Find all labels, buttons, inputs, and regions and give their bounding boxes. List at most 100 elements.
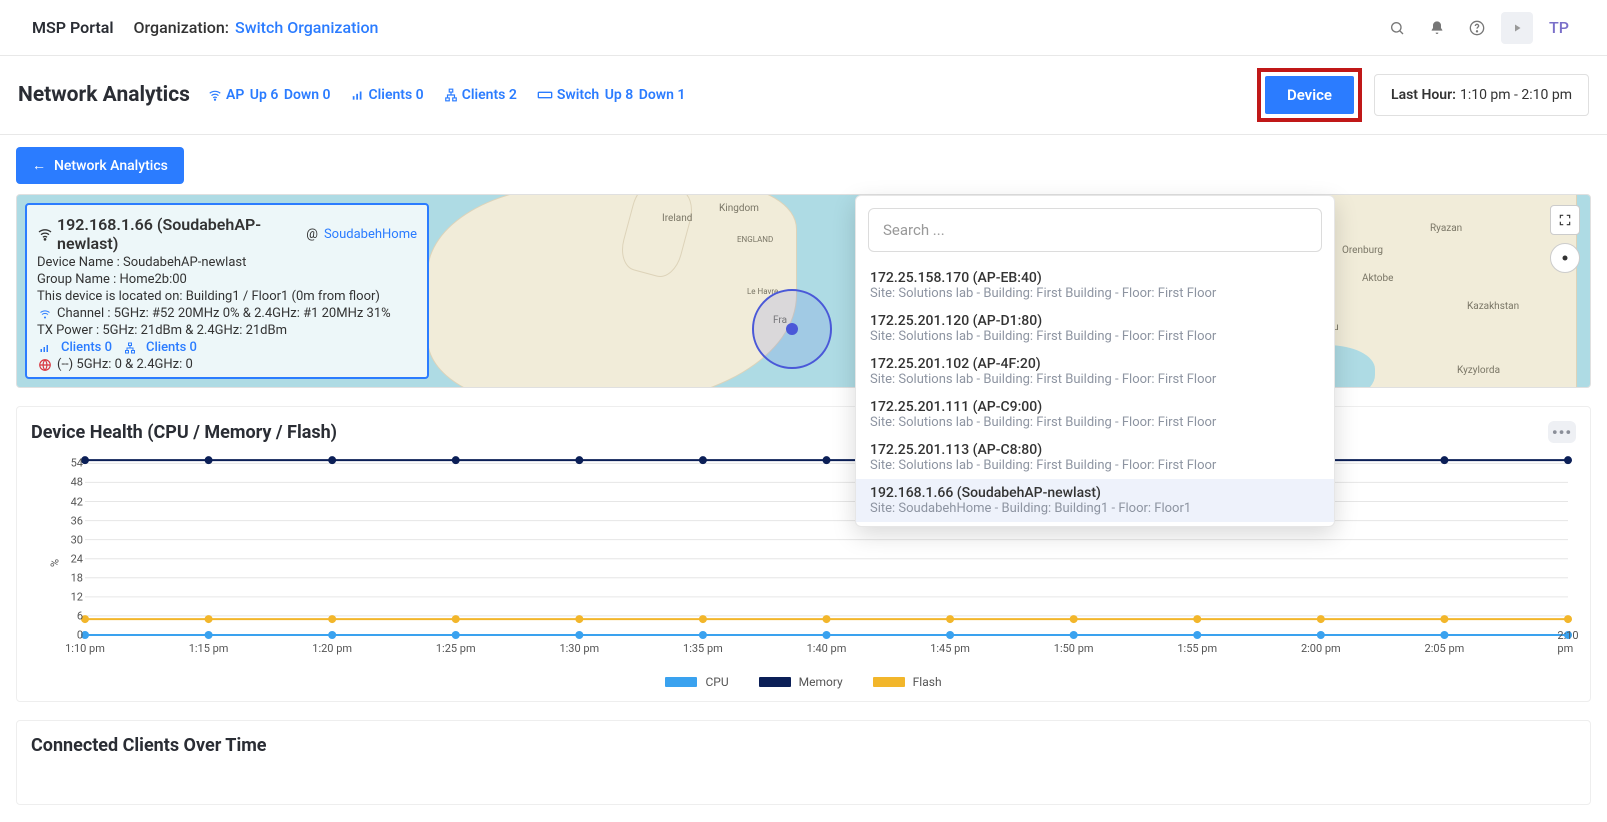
switch-up: Up 8 — [605, 87, 634, 103]
map-label: Kingdom — [719, 203, 759, 214]
time-range-label: Last Hour: — [1391, 87, 1456, 103]
connected-clients-title: Connected Clients Over Time — [31, 735, 267, 756]
device-dropdown-item[interactable]: 172.25.201.113 (AP-C8:80)Site: Solutions… — [856, 436, 1334, 479]
ap-up: Up 6 — [250, 87, 279, 103]
device-button-highlight: Device — [1257, 68, 1362, 122]
channel-value: 5GHz: #52 20MHz 0% & 2.4GHz: #1 20MHz 31… — [114, 306, 391, 321]
switch-label: Switch — [557, 87, 599, 103]
map-locate-icon[interactable] — [1550, 243, 1580, 273]
card-menu-icon[interactable]: ••• — [1548, 421, 1576, 443]
switch-stat[interactable]: Switch Up 8 Down 1 — [537, 87, 688, 103]
chart-xtick: 1:40 pm — [807, 642, 847, 655]
chart-xtick: 1:10 pm — [65, 642, 105, 655]
device-dropdown-item[interactable]: 172.25.201.102 (AP-4F:20)Site: Solutions… — [856, 350, 1334, 393]
device-dropdown-list: 172.25.158.170 (AP-EB:40)Site: Solutions… — [856, 264, 1334, 522]
ap-stat[interactable]: AP Up 6 Down 0 — [208, 87, 333, 103]
device-dropdown-item[interactable]: 172.25.201.120 (AP-D1:80)Site: Solutions… — [856, 307, 1334, 350]
device-health-card: Device Health (CPU / Memory / Flash) •••… — [16, 406, 1591, 702]
chart-ytick: 48 — [67, 476, 83, 489]
signal-icon — [351, 88, 365, 102]
ap-down: Down 0 — [284, 87, 331, 103]
wired-clients-link[interactable]: Clients 0 — [146, 340, 197, 355]
map-label: Ryazan — [1430, 223, 1462, 234]
switch-icon — [537, 89, 553, 101]
switch-down: Down 1 — [639, 87, 686, 103]
device-dropdown-item[interactable]: 172.25.201.111 (AP-C9:00)Site: Solutions… — [856, 393, 1334, 436]
map-label: Aktobe — [1362, 273, 1393, 284]
wifi-icon — [37, 226, 53, 242]
chart-xtick: 1:30 pm — [559, 642, 599, 655]
map-panel[interactable]: Ireland Kingdom ENGLAND Le Havre Fra Uzu… — [16, 194, 1591, 388]
chart-xtick: 2:00 pm — [1301, 642, 1341, 655]
map-label: Ireland — [662, 213, 692, 224]
organization-label: Organization: — [134, 18, 230, 37]
chart-xtick: 1:35 pm — [683, 642, 723, 655]
content-area: ← Network Analytics 172.25.158.170 (AP-E… — [0, 135, 1607, 817]
network-analytics-subbar: Network Analytics AP Up 6 Down 0 Clients… — [0, 56, 1607, 135]
chart-xtick: 2:10 pm — [1557, 629, 1578, 655]
chart-ytick: 12 — [67, 590, 83, 603]
device-name-value: SoudabehAP-newlast — [123, 255, 246, 270]
page-title: Network Analytics — [18, 83, 190, 107]
network-icon — [122, 342, 138, 354]
radio-stats: (--) 5GHz: 0 & 2.4GHz: 0 — [57, 357, 193, 372]
device-dropdown: 172.25.158.170 (AP-EB:40)Site: Solutions… — [855, 195, 1335, 527]
located-value: Building1 / Floor1 (0m from floor) — [186, 289, 380, 304]
device-site-link[interactable]: SoudabehHome — [324, 227, 417, 242]
chart-ytick: 36 — [67, 514, 83, 527]
wifi-icon — [37, 308, 53, 320]
bell-icon[interactable] — [1421, 12, 1453, 44]
legend-item[interactable]: Memory — [759, 675, 843, 689]
chart-xtick: 1:15 pm — [189, 642, 229, 655]
chart-ytick: 54 — [67, 457, 83, 470]
time-range-selector[interactable]: Last Hour: 1:10 pm - 2:10 pm — [1374, 74, 1589, 116]
map-label: Kazakhstan — [1467, 301, 1519, 312]
map-label: ENGLAND — [737, 235, 773, 244]
device-health-title: Device Health (CPU / Memory / Flash) — [31, 422, 337, 443]
map-device-marker[interactable] — [752, 289, 832, 369]
legend-item[interactable]: CPU — [665, 675, 728, 689]
network-icon — [444, 88, 458, 102]
back-network-analytics-button[interactable]: ← Network Analytics — [16, 147, 184, 184]
device-info-card: 192.168.1.66 (SoudabehAP-newlast) @ Soud… — [25, 203, 429, 379]
device-dropdown-item[interactable]: 172.25.158.170 (AP-EB:40)Site: Solutions… — [856, 264, 1334, 307]
chart-xtick: 1:20 pm — [312, 642, 352, 655]
chart-xtick: 1:25 pm — [436, 642, 476, 655]
chart-xtick: 1:50 pm — [1054, 642, 1094, 655]
wired-clients-stat[interactable]: Clients 2 — [444, 87, 519, 103]
chart-xtick: 2:05 pm — [1425, 642, 1465, 655]
brand-label: MSP Portal — [32, 18, 114, 37]
connected-clients-card: Connected Clients Over Time — [16, 720, 1591, 805]
chart-xtick: 1:45 pm — [930, 642, 970, 655]
arrow-left-icon: ← — [32, 157, 46, 174]
map-label: Kyzylorda — [1457, 365, 1500, 376]
chart-legend: CPU Memory Flash — [31, 675, 1576, 693]
wireless-clients-label: Clients 0 — [369, 87, 424, 103]
chart-ytick: 24 — [67, 552, 83, 565]
wired-clients-label: Clients 2 — [462, 87, 517, 103]
breadcrumb-label: Network Analytics — [54, 158, 168, 174]
device-health-chart: % 0612182430364248541:10 pm1:15 pm1:20 p… — [31, 453, 1576, 673]
chart-ytick: 42 — [67, 495, 83, 508]
ap-label: AP — [226, 87, 244, 103]
group-name-value: Home2b:00 — [120, 272, 187, 287]
map-fullscreen-icon[interactable] — [1550, 205, 1580, 235]
switch-organization-link[interactable]: Switch Organization — [235, 18, 378, 37]
user-avatar[interactable]: TP — [1543, 12, 1575, 44]
time-range-value: 1:10 pm - 2:10 pm — [1460, 87, 1572, 103]
help-icon[interactable] — [1461, 12, 1493, 44]
chart-ytick: 30 — [67, 533, 83, 546]
wireless-clients-stat[interactable]: Clients 0 — [351, 87, 426, 103]
txpower-value: 5GHz: 21dBm & 2.4GHz: 21dBm — [102, 323, 287, 338]
globe-icon — [37, 358, 53, 372]
chart-ytick: 6 — [67, 609, 83, 622]
device-dropdown-item[interactable]: 192.168.1.66 (SoudabehAP-newlast)Site: S… — [856, 479, 1334, 522]
search-icon[interactable] — [1381, 12, 1413, 44]
device-button[interactable]: Device — [1265, 76, 1354, 114]
device-search-input[interactable] — [868, 208, 1322, 252]
wireless-clients-link[interactable]: Clients 0 — [61, 340, 112, 355]
play-icon[interactable] — [1501, 12, 1533, 44]
legend-item[interactable]: Flash — [873, 675, 942, 689]
chart-ytick: 0 — [67, 629, 83, 642]
signal-icon — [37, 342, 53, 354]
